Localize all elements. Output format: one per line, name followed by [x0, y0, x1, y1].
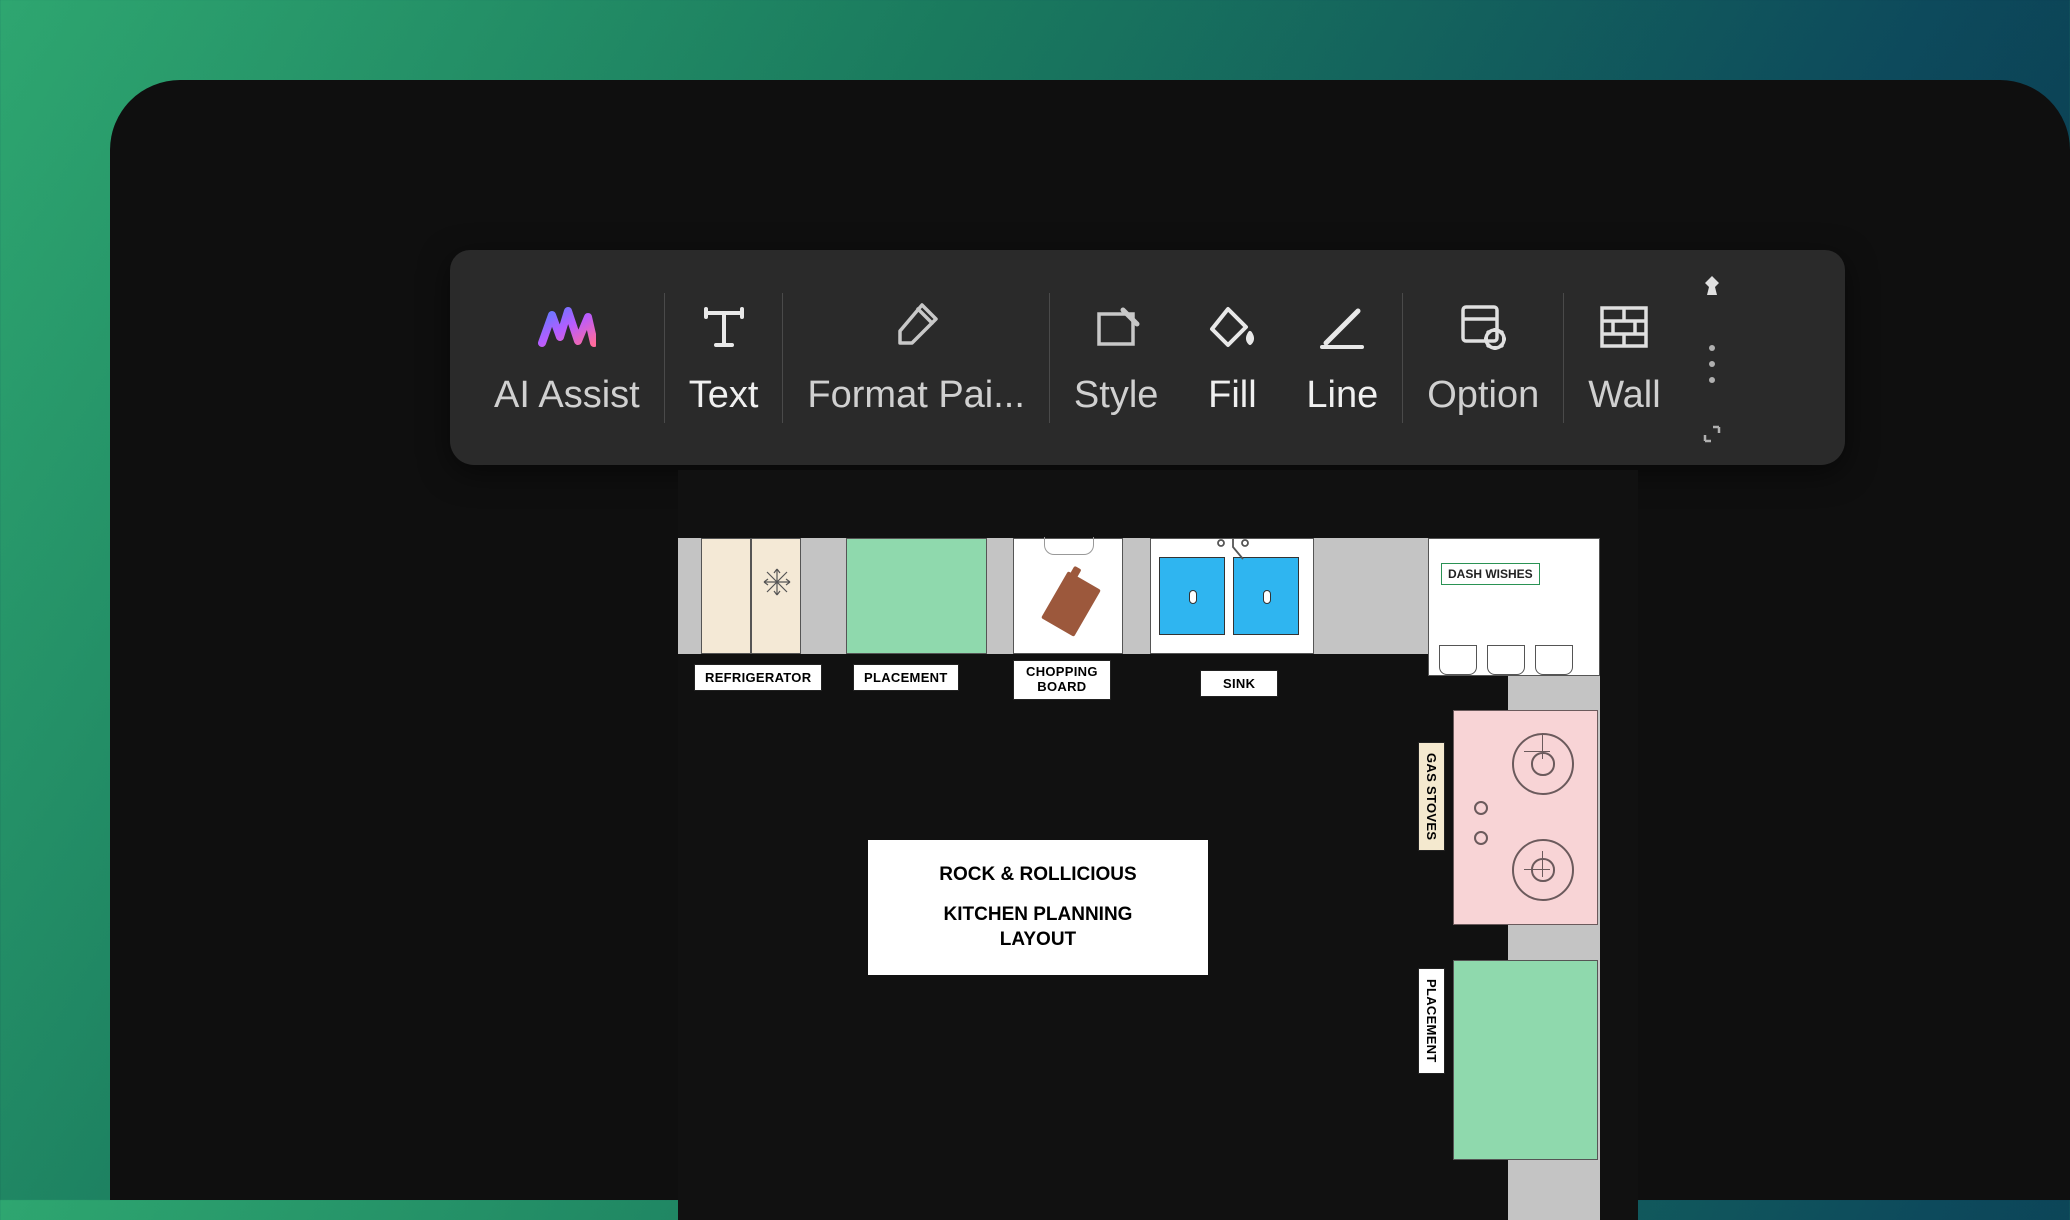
wall-button[interactable]: Wall — [1564, 250, 1684, 465]
design-canvas[interactable]: DASH WISHES REFRIGERATOR PLACEMENT CHOPP… — [678, 470, 1638, 1220]
ai-assist-button[interactable]: AI Assist — [470, 250, 664, 465]
plan-title-line2-3: KITCHEN PLANNING LAYOUT — [944, 902, 1133, 953]
placement-label: PLACEMENT — [853, 664, 959, 691]
dash-wishes-label: DASH WISHES — [1441, 563, 1540, 585]
format-painter-label: Format Pai... — [807, 374, 1025, 417]
paintbrush-icon — [888, 298, 944, 356]
text-icon — [698, 298, 750, 356]
text-button[interactable]: Text — [665, 250, 783, 465]
gas-stove-fixture[interactable] — [1453, 710, 1598, 925]
ai-assist-icon — [538, 298, 596, 356]
placement-fixture-top[interactable] — [846, 538, 987, 654]
app-window: AI Assist Text Format Pai... — [110, 80, 2070, 1200]
gas-stoves-label: GAS STOVES — [1418, 742, 1445, 851]
fill-bucket-icon — [1206, 298, 1258, 356]
plan-title-box[interactable]: ROCK & ROLLICIOUS KITCHEN PLANNING LAYOU… — [868, 840, 1208, 975]
ai-assist-label: AI Assist — [494, 374, 640, 417]
more-options-icon[interactable] — [1709, 345, 1715, 383]
refrigerator-fixture[interactable] — [701, 538, 801, 654]
style-button[interactable]: Style — [1050, 250, 1182, 465]
option-gear-icon — [1457, 298, 1509, 356]
line-label: Line — [1306, 374, 1378, 417]
faucet-icon — [1213, 535, 1253, 563]
floating-toolbar: AI Assist Text Format Pai... — [450, 250, 1845, 465]
chopping-board-icon — [1041, 571, 1101, 637]
format-painter-button[interactable]: Format Pai... — [783, 250, 1049, 465]
refrigerator-label: REFRIGERATOR — [694, 664, 822, 691]
fill-label: Fill — [1208, 374, 1257, 417]
toolbar-extra-controls — [1697, 273, 1727, 443]
fill-button[interactable]: Fill — [1182, 250, 1282, 465]
wall-label: Wall — [1588, 374, 1660, 417]
wall-brick-icon — [1598, 298, 1650, 356]
dishwasher-fixture[interactable]: DASH WISHES — [1428, 538, 1600, 676]
plan-title-line1: ROCK & ROLLICIOUS — [939, 862, 1136, 888]
option-label: Option — [1427, 374, 1539, 417]
snowflake-icon — [762, 567, 792, 597]
style-icon — [1091, 298, 1141, 356]
text-label: Text — [689, 374, 759, 417]
expand-corner-icon[interactable] — [1703, 425, 1721, 443]
sink-fixture[interactable] — [1150, 538, 1314, 654]
option-button[interactable]: Option — [1403, 250, 1563, 465]
line-button[interactable]: Line — [1282, 250, 1402, 465]
style-label: Style — [1074, 374, 1158, 417]
line-pen-icon — [1316, 298, 1368, 356]
placement-label-right: PLACEMENT — [1418, 968, 1445, 1074]
pin-icon[interactable] — [1697, 273, 1727, 303]
chopping-board-label: CHOPPING BOARD — [1013, 660, 1111, 700]
placement-fixture-right[interactable] — [1453, 960, 1598, 1160]
sink-label: SINK — [1200, 670, 1278, 697]
chopping-board-fixture[interactable] — [1013, 538, 1123, 654]
